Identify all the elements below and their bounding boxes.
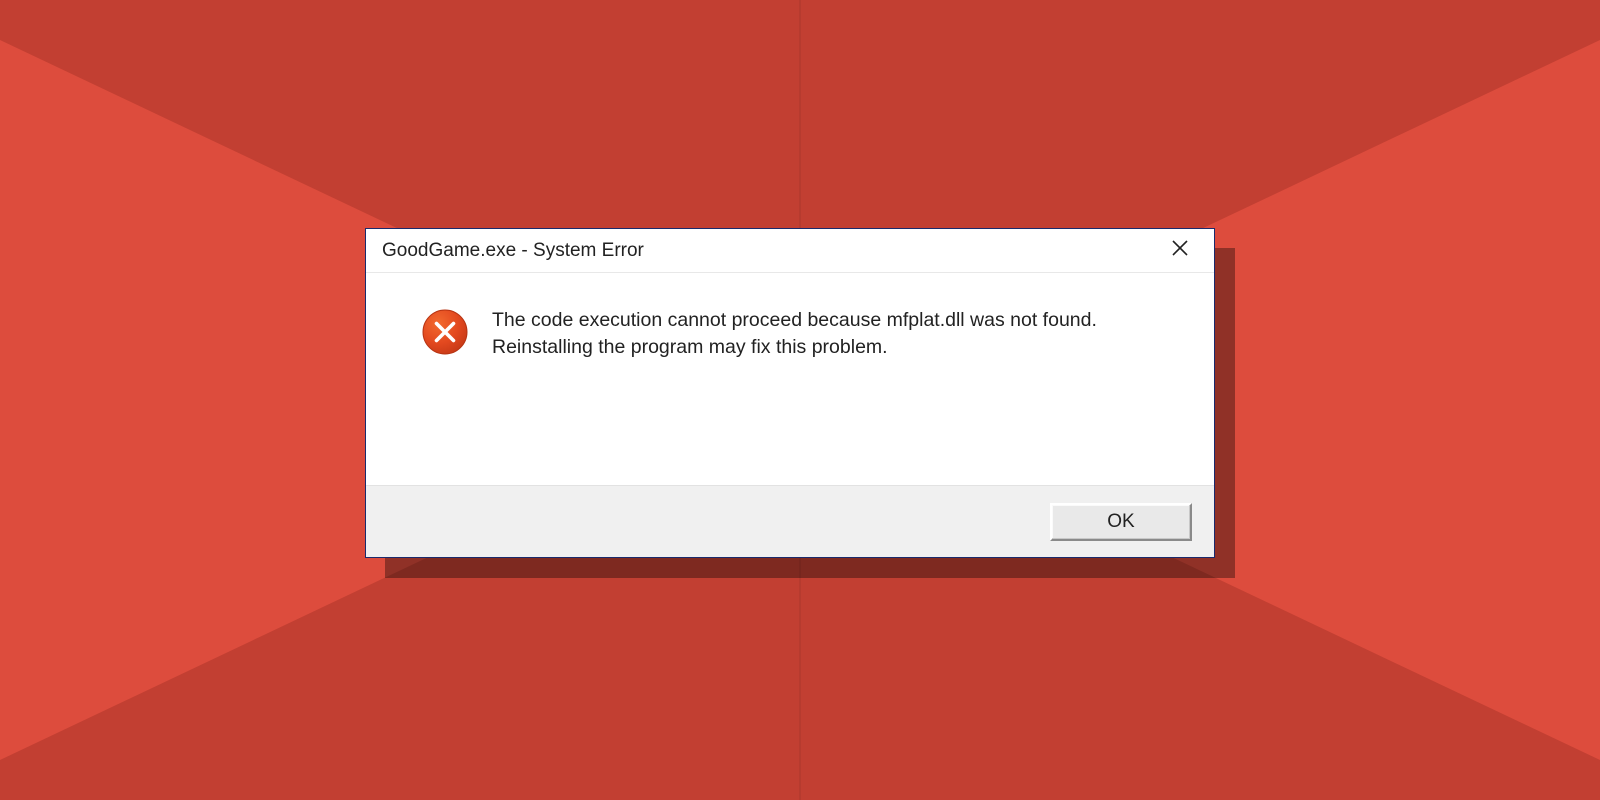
- ok-button-label: OK: [1107, 511, 1134, 533]
- dialog-footer: OK: [366, 485, 1214, 557]
- error-x-icon: [422, 309, 468, 355]
- dialog-content: The code execution cannot proceed becaus…: [366, 273, 1214, 485]
- dialog-title: GoodGame.exe - System Error: [382, 240, 1160, 262]
- error-dialog: GoodGame.exe - System Error: [365, 228, 1215, 558]
- close-icon: [1172, 240, 1188, 261]
- titlebar: GoodGame.exe - System Error: [366, 229, 1214, 273]
- ok-button[interactable]: OK: [1050, 503, 1192, 541]
- close-button[interactable]: [1160, 231, 1200, 271]
- error-message: The code execution cannot proceed becaus…: [492, 307, 1132, 361]
